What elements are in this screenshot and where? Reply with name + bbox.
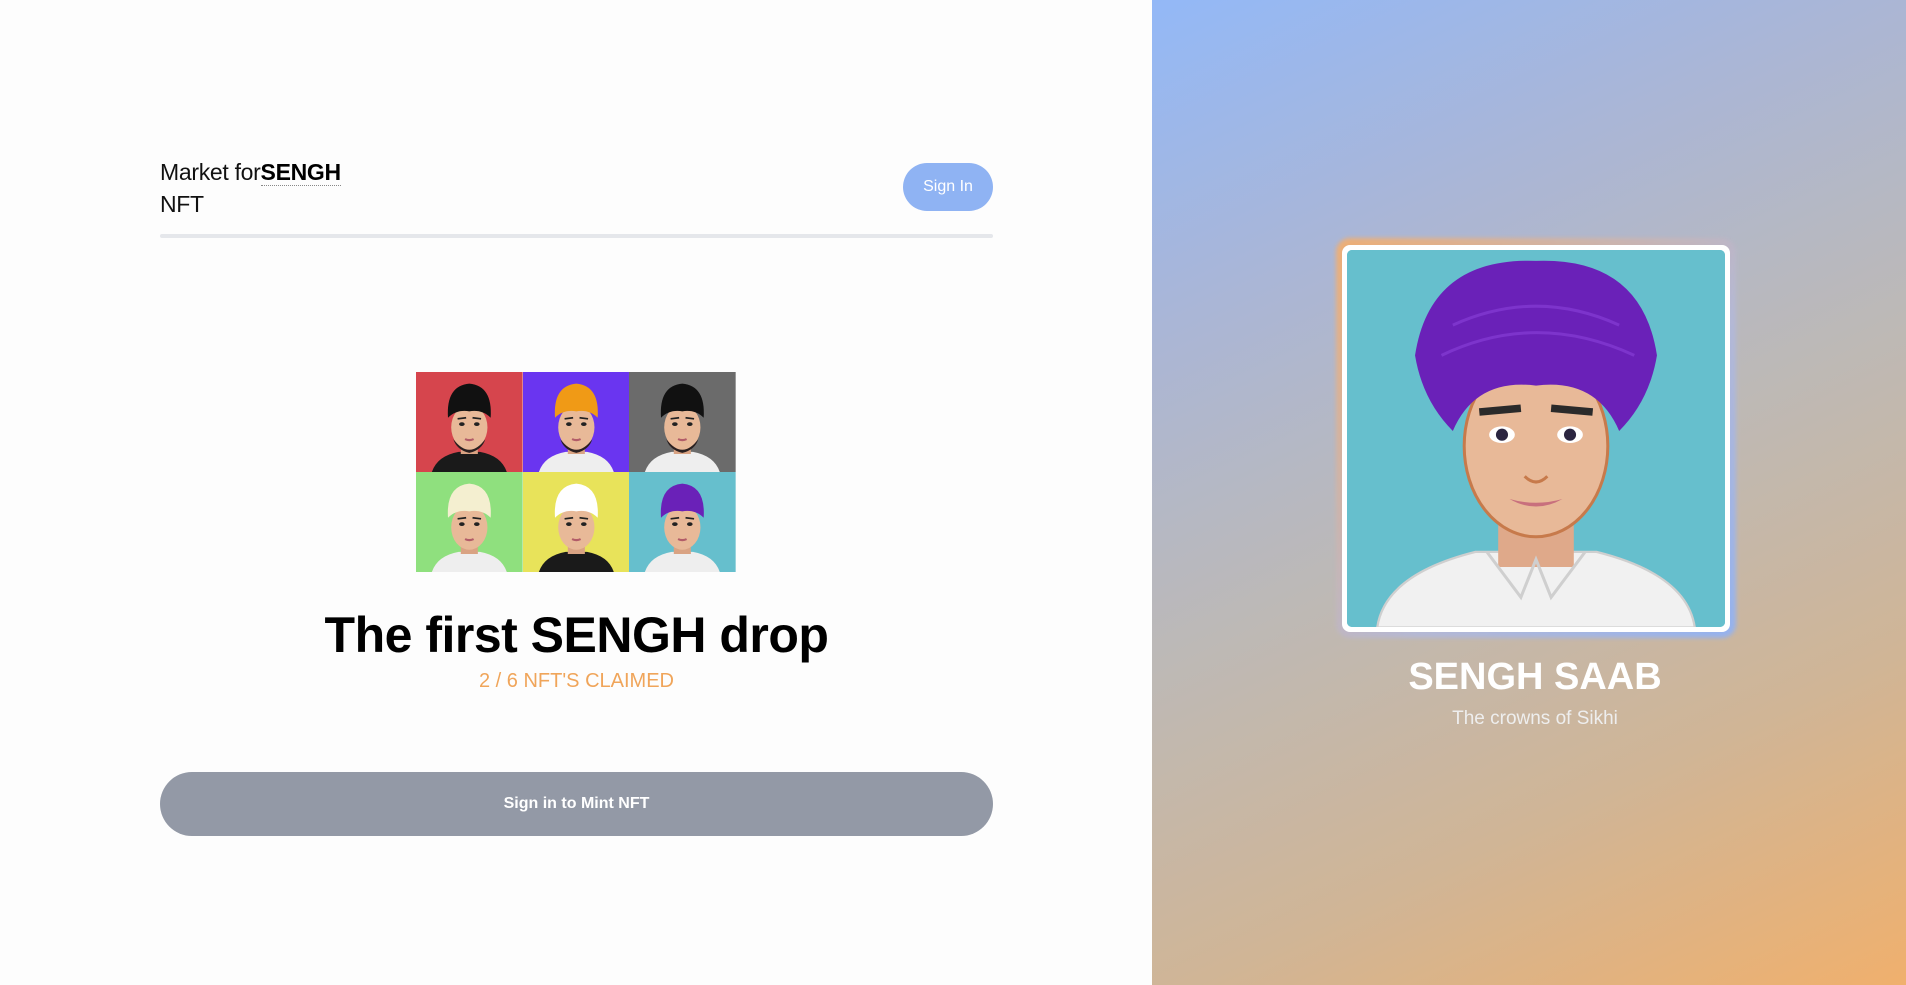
featured-nft-card[interactable] <box>1342 245 1730 632</box>
nft-tile <box>629 372 736 472</box>
nft-tile <box>416 472 523 572</box>
nft-tile <box>522 372 630 472</box>
nft-tile <box>629 472 736 572</box>
mint-panel: Market forSENGH NFT Sign In The first SE… <box>0 0 1152 985</box>
header-divider <box>160 234 993 238</box>
claimed-count: 2 / 6 NFT'S CLAIMED <box>479 670 674 692</box>
sign-in-button[interactable]: Sign In <box>903 163 993 211</box>
brand-name: SENGH <box>260 159 341 186</box>
brand-prefix: Market for <box>160 159 261 185</box>
nft-collection-grid <box>416 372 736 572</box>
featured-nft-subtitle: The crowns of Sikhi <box>1452 708 1618 729</box>
drop-title: The first SENGH drop <box>324 607 829 663</box>
mint-nft-button[interactable]: Sign in to Mint NFT <box>160 772 993 836</box>
featured-nft-image <box>1347 250 1725 627</box>
nft-tile <box>522 472 630 572</box>
brand-suffix: NFT <box>160 191 204 217</box>
featured-nft-title: SENGH SAAB <box>1408 656 1662 698</box>
nft-tile <box>416 372 523 472</box>
brand-logo[interactable]: Market forSENGH NFT <box>160 156 341 220</box>
